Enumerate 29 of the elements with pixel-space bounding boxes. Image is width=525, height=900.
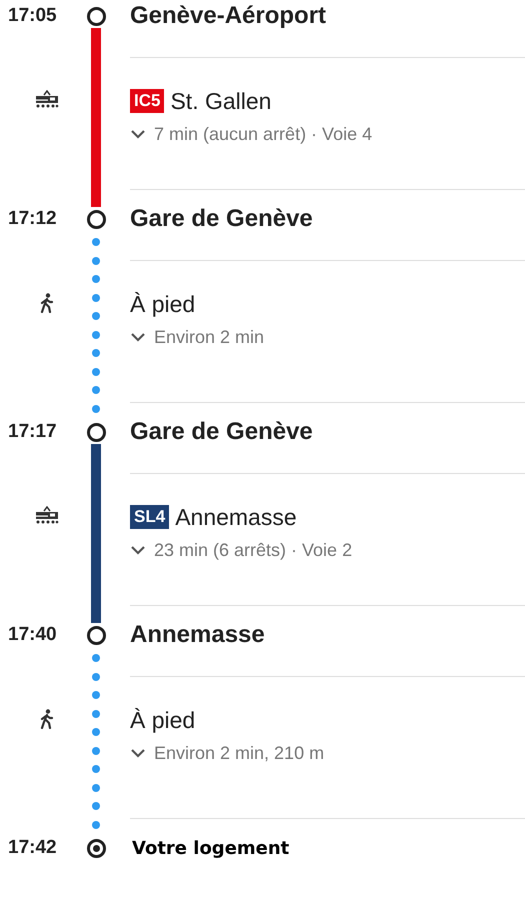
stop-name: Annemasse: [130, 620, 265, 650]
direction-text: St. Gallen: [170, 86, 272, 116]
chevron-down-icon[interactable]: [130, 129, 146, 139]
stop-time: 17:40: [7, 622, 58, 647]
leg-details: 23 min (6 arrêts) · Voie 2: [154, 538, 352, 562]
stop-time: 17:17: [7, 420, 58, 444]
chevron-down-icon[interactable]: [130, 545, 146, 555]
leg-details: Environ 2 min: [154, 326, 264, 348]
direction-text: Annemasse: [175, 502, 297, 532]
train-icon: [35, 90, 59, 108]
walking-person-icon: [40, 709, 54, 729]
train-icon: [35, 506, 59, 524]
leg-title: À pied: [130, 290, 196, 319]
stop-name: Gare de Genève: [130, 204, 313, 234]
stop-time: 17:12: [7, 206, 58, 231]
chevron-down-icon[interactable]: [130, 332, 146, 342]
target-icon: [86, 838, 106, 858]
stop-name: Gare de Genève: [130, 417, 313, 447]
stop-name: Genève-Aéroport: [130, 1, 326, 31]
line-badge: IC5: [130, 89, 164, 113]
leg-title: À pied: [130, 706, 196, 735]
destination-name: Votre logement: [132, 836, 290, 860]
chevron-down-icon[interactable]: [130, 748, 146, 758]
leg-details: 7 min (aucun arrêt) · Voie 4: [154, 122, 372, 146]
line-badge: SL4: [130, 505, 170, 529]
leg-details: Environ 2 min, 210 m: [154, 742, 324, 764]
stop-time: 17:42: [7, 836, 58, 860]
stop-time: 17:05: [7, 4, 58, 28]
walking-person-icon: [40, 293, 54, 313]
